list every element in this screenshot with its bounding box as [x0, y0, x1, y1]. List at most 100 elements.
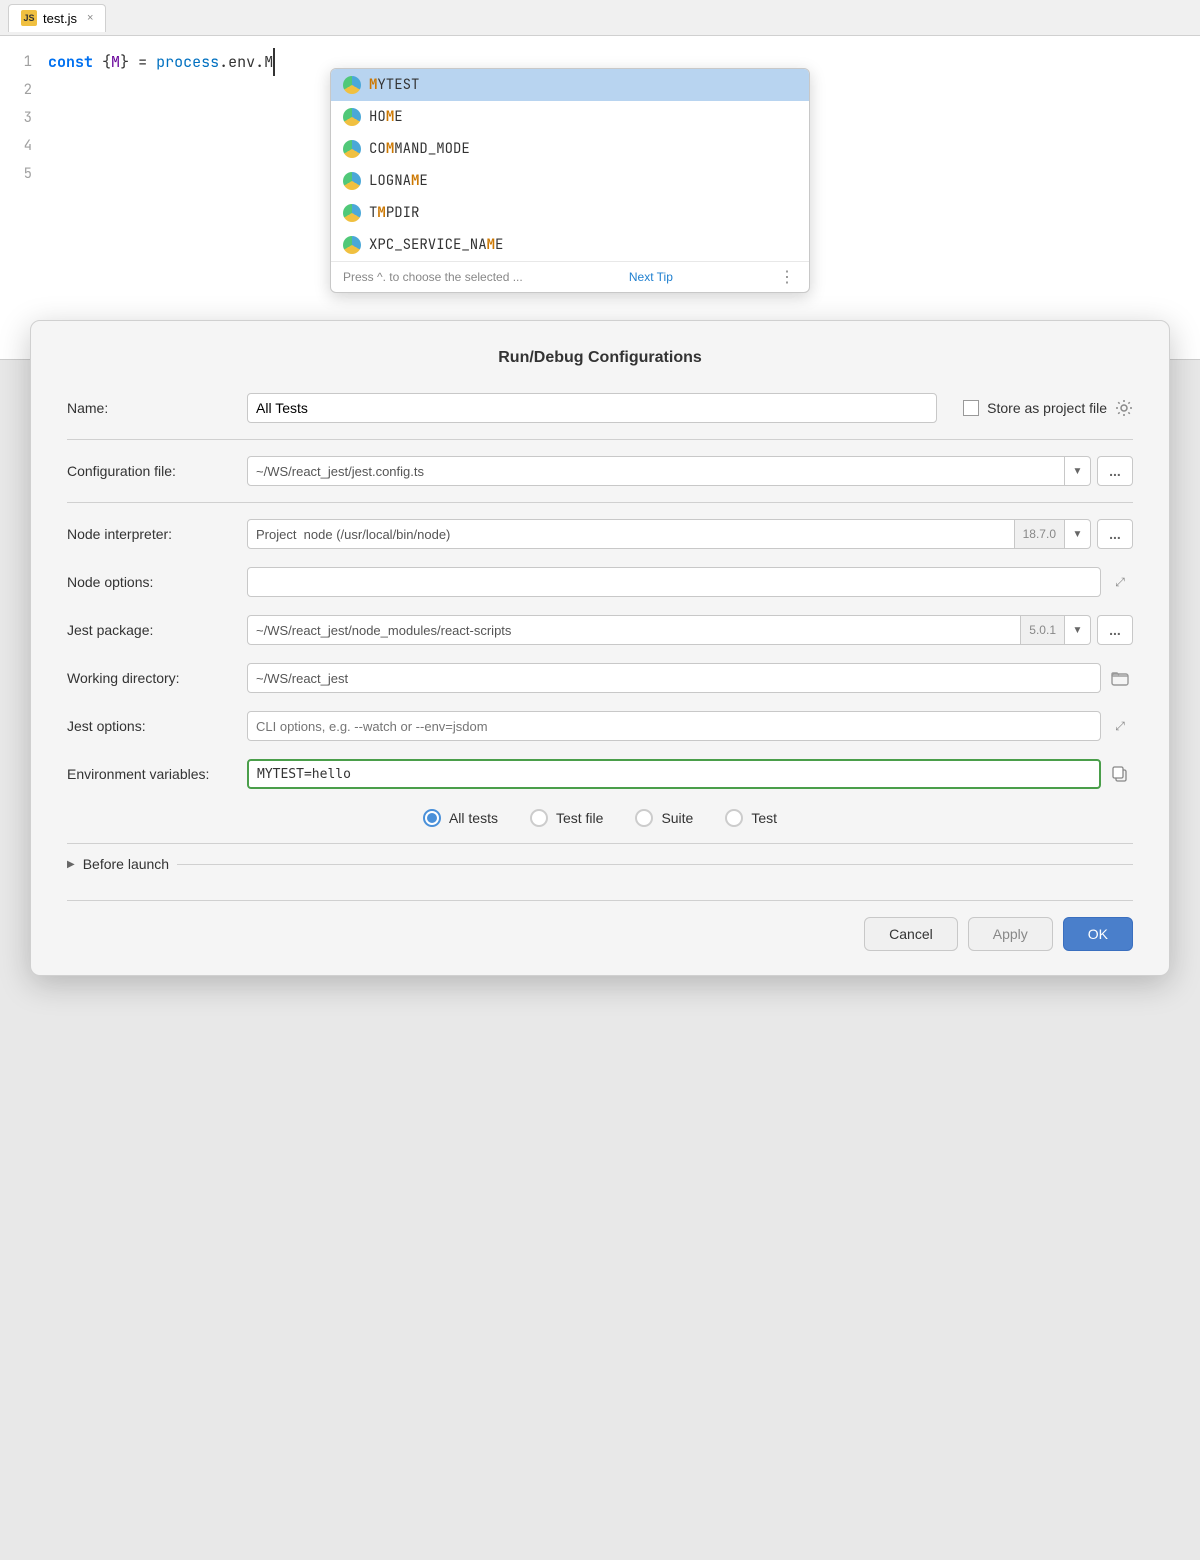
ac-highlight-xpc-m: M [487, 236, 495, 254]
before-launch-divider [177, 864, 1133, 865]
tab-close-button[interactable]: × [87, 12, 93, 24]
name-input[interactable] [247, 393, 937, 423]
before-launch-toggle-icon[interactable]: ▶ [67, 859, 75, 870]
node-options-expand-button[interactable]: ⤢ [1107, 567, 1133, 597]
working-dir-folder-button[interactable] [1107, 663, 1133, 693]
node-interpreter-label: Node interpreter: [67, 526, 247, 542]
node-options-control: ⤢ [247, 567, 1133, 597]
env-vars-control [247, 759, 1133, 789]
working-dir-row: Working directory: [67, 661, 1133, 695]
process-obj: process [156, 48, 219, 76]
radio-test-file[interactable]: Test file [530, 809, 603, 827]
env-vars-row: Environment variables: [67, 757, 1133, 791]
node-options-label: Node options: [67, 574, 247, 590]
jest-package-input[interactable] [247, 615, 1021, 645]
cancel-button[interactable]: Cancel [864, 917, 958, 951]
ac-highlight-tmpdir-m: M [377, 204, 385, 222]
ok-button[interactable]: OK [1063, 917, 1133, 951]
jest-options-row: Jest options: ⤢ [67, 709, 1133, 743]
env-icon-command-mode [343, 140, 361, 158]
before-launch-label: Before launch [83, 856, 169, 872]
jest-package-dropdown-button[interactable]: ▼ [1065, 615, 1091, 645]
folder-icon [1111, 670, 1129, 686]
config-file-label: Configuration file: [67, 463, 247, 479]
radio-test[interactable]: Test [725, 809, 777, 827]
env-icon-home [343, 108, 361, 126]
autocomplete-footer: Press ^. to choose the selected ... Next… [331, 261, 809, 292]
store-as-project-checkbox[interactable] [963, 400, 979, 416]
line-number-4: 4 [0, 132, 32, 160]
jest-package-browse-button[interactable]: ... [1097, 615, 1133, 645]
autocomplete-item-xpc[interactable]: XPC_SERVICE_NAME [331, 229, 809, 261]
radio-label-all-tests: All tests [449, 810, 498, 826]
keyword-const: const [48, 48, 93, 76]
node-interpreter-row: Node interpreter: 18.7.0 ▼ ... [67, 517, 1133, 551]
config-file-dropdown-button[interactable]: ▼ [1065, 456, 1091, 486]
name-row: Name: Store as project file [67, 391, 1133, 425]
radio-suite[interactable]: Suite [635, 809, 693, 827]
ac-label-command-mode: COMMAND_MODE [369, 140, 470, 158]
copy-icon [1112, 766, 1128, 782]
working-dir-input[interactable] [247, 663, 1101, 693]
apply-button[interactable]: Apply [968, 917, 1053, 951]
radio-circle-test [725, 809, 743, 827]
autocomplete-item-logname[interactable]: LOGNAME [331, 165, 809, 197]
autocomplete-item-tmpdir[interactable]: TMPDIR [331, 197, 809, 229]
gear-icon[interactable] [1115, 399, 1133, 417]
radio-circle-all-tests [423, 809, 441, 827]
jest-package-label: Jest package: [67, 622, 247, 638]
operator-eq: = [138, 48, 147, 76]
line-number-1: 1 [0, 48, 32, 76]
jest-package-input-wrap: 5.0.1 ▼ [247, 615, 1091, 645]
config-file-input[interactable] [247, 456, 1065, 486]
name-label: Name: [67, 400, 247, 416]
node-interpreter-dropdown-button[interactable]: ▼ [1065, 519, 1091, 549]
footer-next-tip[interactable]: Next Tip [629, 270, 673, 284]
ac-highlight-logname-m: M [411, 172, 419, 190]
tab-bar: JS test.js × [0, 0, 1200, 36]
line-number-3: 3 [0, 104, 32, 132]
jest-options-input[interactable] [247, 711, 1101, 741]
jest-options-expand-button[interactable]: ⤢ [1107, 711, 1133, 741]
footer-dots-icon[interactable]: ⋮ [779, 267, 797, 287]
node-interpreter-browse-button[interactable]: ... [1097, 519, 1133, 549]
ac-label-tmpdir: TMPDIR [369, 204, 419, 222]
env-vars-copy-button[interactable] [1107, 759, 1133, 789]
jest-package-row: Jest package: 5.0.1 ▼ ... [67, 613, 1133, 647]
radio-label-test: Test [751, 810, 777, 826]
env-icon-mytest [343, 76, 361, 94]
ac-label-mytest: MYTEST [369, 76, 419, 94]
name-divider [67, 439, 1133, 440]
radio-circle-suite [635, 809, 653, 827]
brace-open: { [102, 48, 111, 76]
brace-close: } [120, 48, 129, 76]
autocomplete-item-home[interactable]: HOME [331, 101, 809, 133]
radio-all-tests[interactable]: All tests [423, 809, 498, 827]
editor-tab[interactable]: JS test.js × [8, 4, 106, 32]
dialog-footer: Cancel Apply OK [67, 900, 1133, 951]
tab-filename: test.js [43, 11, 77, 26]
line-number-5: 5 [0, 160, 32, 188]
ac-label-logname: LOGNAME [369, 172, 428, 190]
js-file-icon: JS [21, 10, 37, 26]
dot2: . [255, 48, 264, 76]
var-m: M [111, 48, 120, 76]
env-vars-label: Environment variables: [67, 766, 247, 782]
env-prop: env [228, 48, 255, 76]
autocomplete-item-mytest[interactable]: MYTEST [331, 69, 809, 101]
env-vars-input[interactable] [247, 759, 1101, 789]
node-options-input[interactable] [247, 567, 1101, 597]
jest-options-label: Jest options: [67, 718, 247, 734]
ac-label-home: HOME [369, 108, 403, 126]
config-divider [67, 502, 1133, 503]
line-numbers: 1 2 3 4 5 [0, 48, 48, 324]
line-number-2: 2 [0, 76, 32, 104]
autocomplete-item-command-mode[interactable]: COMMAND_MODE [331, 133, 809, 165]
config-file-row: Configuration file: ▼ ... [67, 454, 1133, 488]
radio-circle-test-file [530, 809, 548, 827]
node-interpreter-input[interactable] [247, 519, 1015, 549]
working-dir-label: Working directory: [67, 670, 247, 686]
store-project-area: Store as project file [963, 399, 1133, 417]
config-file-browse-button[interactable]: ... [1097, 456, 1133, 486]
env-icon-logname [343, 172, 361, 190]
